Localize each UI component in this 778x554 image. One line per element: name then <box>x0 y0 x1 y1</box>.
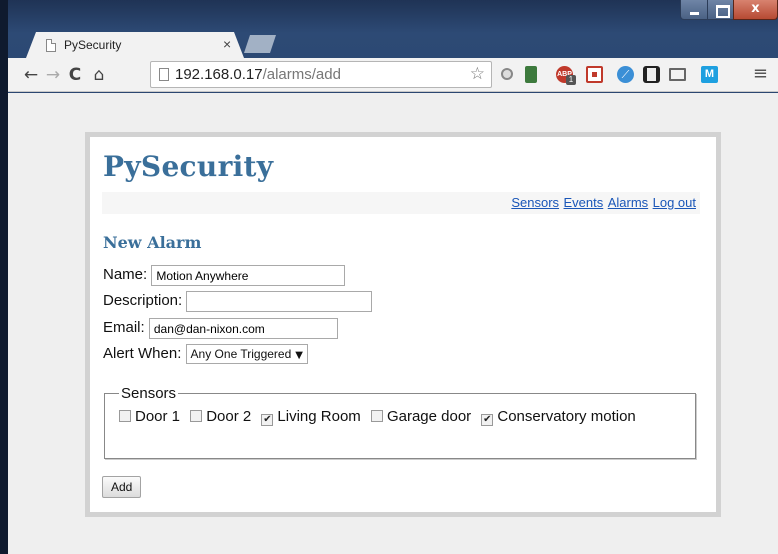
green-extension-icon[interactable] <box>525 66 537 83</box>
checkbox[interactable] <box>119 410 131 422</box>
tab-pysecurity[interactable]: PySecurity × <box>26 32 244 58</box>
address-bar[interactable]: 192.168.0.17/alarms/add ☆ <box>150 61 492 88</box>
name-row: Name: <box>103 265 346 286</box>
alert-when-label: Alert When: <box>103 344 182 362</box>
tab-strip: PySecurity × <box>8 0 778 58</box>
page-icon <box>46 39 56 52</box>
sensors-legend: Sensors <box>121 385 177 402</box>
tab-close-icon[interactable]: × <box>223 36 231 52</box>
site-nav: Sensors Events Alarms Log out <box>102 192 700 214</box>
site-title: PySecurity <box>103 150 274 183</box>
description-row: Description: <box>103 291 373 312</box>
alert-when-select[interactable]: Any One Triggered ▼ <box>185 344 308 364</box>
page-container: PySecurity Sensors Events Alarms Log out… <box>85 132 721 517</box>
close-window-button[interactable]: x <box>733 0 778 20</box>
browser-window: PySecurity × x ← → C ⌂ 192.168.0.17/alar… <box>0 0 778 554</box>
sensor-item-door-1[interactable]: Door 1 <box>119 408 180 425</box>
maximize-button[interactable] <box>707 0 734 20</box>
sensors-list: Door 1 Door 2 ✔ Living Room Garage door ✔… <box>119 408 681 426</box>
url-host: 192.168.0.17 <box>175 66 263 83</box>
email-label: Email: <box>103 319 145 337</box>
nav-link-logout[interactable]: Log out <box>653 195 696 210</box>
sensors-fieldset: Sensors Door 1 Door 2 ✔ Living Room Garag… <box>104 385 696 459</box>
checkbox[interactable] <box>190 410 203 422</box>
email-row: Email: <box>103 318 338 339</box>
desktop-edge <box>0 0 8 554</box>
name-label: Name: <box>103 266 148 284</box>
browser-toolbar: ← → C ⌂ 192.168.0.17/alarms/add ☆ ABP 1 … <box>8 58 778 92</box>
bookmark-star-icon[interactable]: ☆ <box>470 64 485 84</box>
url-text[interactable]: 192.168.0.17/alarms/add <box>175 66 341 83</box>
description-input[interactable] <box>186 291 373 312</box>
blue-extension-icon[interactable]: ⟋ <box>617 66 634 83</box>
alert-row: Alert When: Any One Triggered ▼ <box>103 344 308 364</box>
url-path: /alarms/add <box>262 66 341 83</box>
m-extension-icon[interactable]: M <box>701 66 718 83</box>
sensor-label: Living Room <box>277 408 361 425</box>
film-extension-icon[interactable] <box>643 66 660 83</box>
forward-arrow-icon[interactable]: → <box>42 64 64 86</box>
nav-link-events[interactable]: Events <box>564 195 604 210</box>
sensor-label: Conservatory motion <box>497 408 636 425</box>
page-viewport: PySecurity Sensors Events Alarms Log out… <box>8 93 778 554</box>
page-heading: New Alarm <box>103 233 202 252</box>
sensor-item-door-2[interactable]: Door 2 <box>190 408 251 425</box>
checkbox-checked[interactable]: ✔ <box>481 414 494 426</box>
add-button[interactable]: Add <box>102 476 142 498</box>
alert-when-value: Any One Triggered <box>190 347 292 361</box>
nav-link-sensors[interactable]: Sensors <box>511 195 559 210</box>
sensor-label: Door 1 <box>135 408 181 425</box>
cast-icon[interactable] <box>669 68 686 81</box>
new-tab-button[interactable] <box>244 35 276 53</box>
back-arrow-icon[interactable]: ← <box>20 64 42 86</box>
sensor-item-living-room[interactable]: ✔ Living Room <box>261 408 361 426</box>
sensor-item-garage-door[interactable]: Garage door <box>370 408 472 425</box>
checkbox-checked[interactable]: ✔ <box>261 414 274 426</box>
puzzle-extension-icon[interactable] <box>586 66 603 83</box>
reload-icon[interactable]: C <box>64 64 86 86</box>
chevron-down-icon: ▼ <box>295 350 303 361</box>
sensor-item-conservatory-motion[interactable]: ✔ Conservatory motion <box>481 408 636 426</box>
home-icon[interactable]: ⌂ <box>88 64 110 86</box>
minimize-button[interactable] <box>680 0 708 20</box>
nav-link-alarms[interactable]: Alarms <box>608 195 648 210</box>
checkbox[interactable] <box>370 410 383 422</box>
email-input[interactable] <box>148 318 338 339</box>
adblock-count-badge: 1 <box>566 75 576 85</box>
search-extension-icon[interactable] <box>501 68 513 80</box>
menu-icon[interactable]: ≡ <box>753 65 768 83</box>
sensor-label: Garage door <box>386 408 472 425</box>
description-label: Description: <box>103 292 183 310</box>
name-input[interactable] <box>151 265 346 286</box>
tab-title: PySecurity <box>64 38 122 52</box>
page-icon <box>159 68 169 81</box>
sensor-label: Door 2 <box>206 408 252 425</box>
